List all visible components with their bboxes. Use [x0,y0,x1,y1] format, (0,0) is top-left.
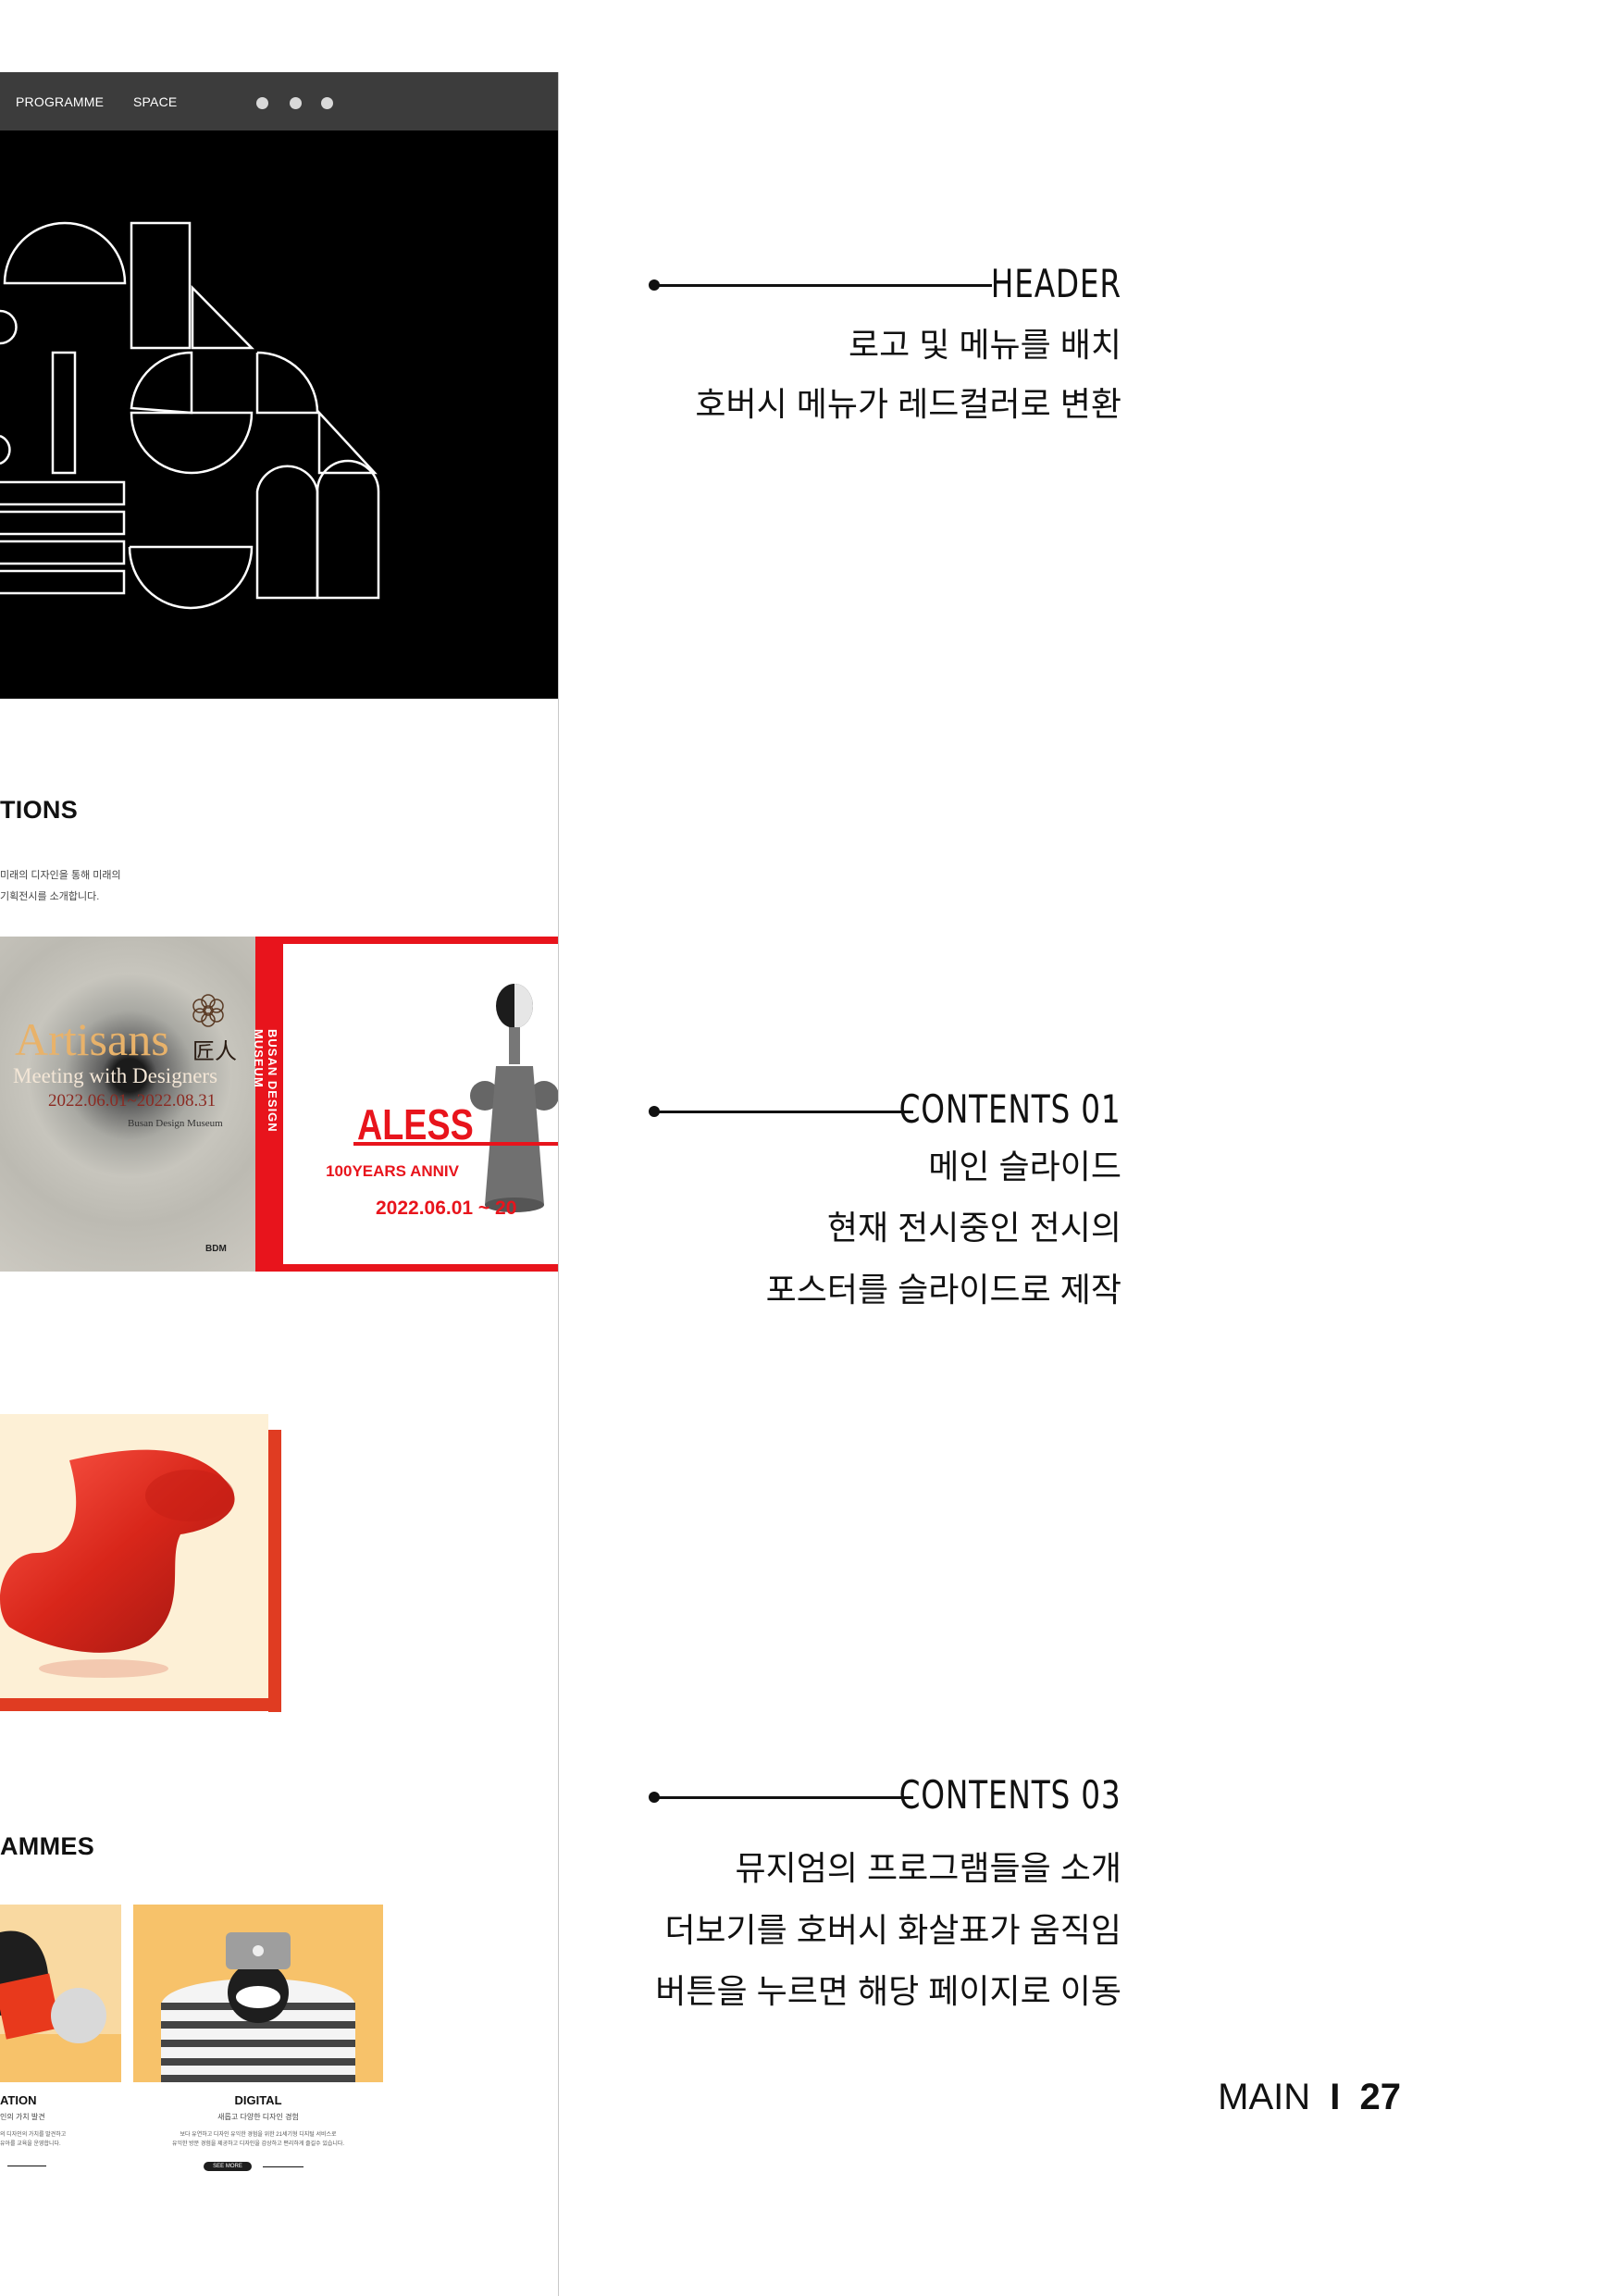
geometric-logo-art [0,221,380,610]
programme-card-education-line3: 유아를 교육을 운영합니다. [0,2141,61,2147]
annotation-contents03-line1: 뮤지엄의 프로그램들을 소개 [735,1849,1121,1887]
programme-card-education-line2: 의 디자인의 가치를 발견하고 [0,2132,67,2138]
card-accent-bottom [0,1698,281,1711]
annotation-leader-line [654,284,992,287]
spun-chair-image [0,1449,235,1678]
poster-artisans-subtitle: Meeting with Designers [13,1064,218,1087]
annotation-contents03-line3: 버튼을 누르면 해당 페이지로 이동 [655,1972,1121,2010]
poster-artisans-title: Artisans [15,1013,169,1065]
annotation-header-line1: 로고 및 메뉴를 배치 [849,326,1121,364]
annotation-leader-line [654,1796,913,1799]
programme-card-education[interactable]: ATION 인의 가치 발견 의 디자인의 가치를 발견하고 유아를 교육을 운… [0,1905,121,2166]
globe-icon[interactable] [290,97,302,109]
poster-alessi-vertical-text: BUSAN DESIGN MUSEUM [252,1029,279,1133]
annotation-leader-line [654,1111,913,1113]
exhibitions-desc-line1: 미래의 디자인을 통해 미래의 [0,870,121,881]
annotation-contents01-line3: 포스터를 슬라이드로 제작 [765,1271,1121,1309]
programme-card-digital-title: DIGITAL [234,2093,282,2107]
page-section: MAIN [1218,2077,1311,2117]
annotation-contents03-title: CONTENTS 03 [899,1772,1121,1818]
user-icon[interactable] [321,97,333,109]
page-number-label: MAIN I 27 [1218,2077,1401,2118]
annotation-contents01-line2: 현재 전시중인 전시의 [826,1209,1121,1247]
hero-banner [0,130,559,699]
nav-item-programme[interactable]: PROGRAMME [16,94,104,109]
poster-alessi-tagline: 100YEARS ANNIV [326,1162,459,1180]
programme-card-digital[interactable]: DIGITAL 새롭고 다양한 디자인 경험 보다 유연하고 디자인 유익한 경… [133,1905,383,2171]
programme-card-digital-line3: 유익한 방문 경험을 제공하고 디자인을 감상하고 편리하게 즐길수 있습니다. [171,2141,345,2147]
card-accent-right [268,1430,281,1712]
programme-card-education-line1: 인의 가치 발견 [0,2113,45,2121]
poster-artisans[interactable]: Artisans 匠人 Meeting with Designers 2022.… [0,937,255,1272]
exhibitions-desc-line2: 기획전시를 소개합니다. [0,891,100,902]
site-nav-bar: PROGRAMME SPACE [0,72,559,130]
search-icon[interactable] [256,97,268,109]
page-separator: I [1330,2077,1341,2117]
annotation-contents03-line2: 더보기를 호버시 화살표가 움직임 [664,1911,1121,1949]
exhibitions-title: TIONS [0,796,79,824]
programme-card-digital-line2: 보다 유연하고 디자인 유익한 경험을 위한 21세기형 디지털 서비스로 [180,2132,337,2138]
poster-artisans-venue: Busan Design Museum [128,1118,223,1129]
annotation-contents01-title: CONTENTS 01 [899,1086,1121,1132]
poster-artisans-hanja: 匠人 [192,1038,237,1064]
annotation-header-title: HEADER [990,261,1121,306]
education-illustration [0,1905,121,2082]
see-more-button[interactable]: SEE MORE [204,2162,252,2171]
programmes-title: AMMES [0,1832,94,1860]
bdm-logo: BDM [205,1244,227,1254]
annotation-contents01-line1: 메인 슬라이드 [928,1148,1121,1185]
programme-card-digital-line1: 새롭고 다양한 디자인 경험 [217,2113,299,2121]
flower-emblem-icon [192,994,224,1027]
arrow-right-icon[interactable] [263,2166,304,2167]
website-mockup: PROGRAMME SPACE TIONS 미래의 디자인을 통해 미래의 기획… [0,0,559,2296]
featured-object-card[interactable] [0,1414,268,1710]
nav-item-space[interactable]: SPACE [133,94,177,109]
mockup-border [558,72,559,2296]
poster-alessi[interactable]: BUSAN DESIGN MUSEUM ALESS 100YEARS ANNIV… [252,937,559,1272]
poster-artisans-dates: 2022.06.01~2022.08.31 [48,1091,217,1111]
annotation-header-line2: 호버시 메뉴가 레드컬러로 변환 [695,385,1121,423]
programme-card-education-title: ATION [0,2093,37,2107]
digital-illustration [133,1905,383,2082]
poster-alessi-dates: 2022.06.01 ~ 20 [376,1198,517,1219]
page-number: 27 [1359,2077,1402,2117]
